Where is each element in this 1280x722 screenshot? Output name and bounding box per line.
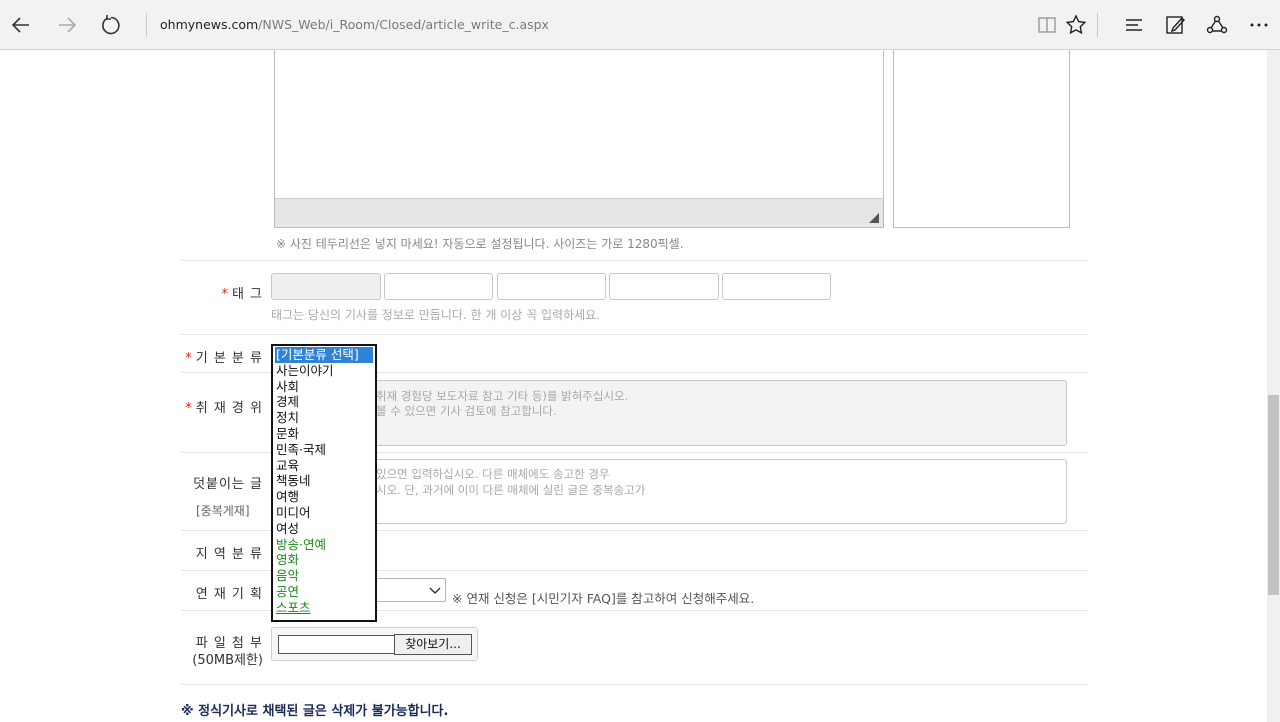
row-divider [181,334,1088,335]
dropdown-option[interactable]: 스포츠 [273,600,375,616]
file-path-field[interactable] [278,635,394,654]
attach-text-sublabel: [중복게재] [196,504,250,518]
url-path: /NWS_Web/i_Room/Closed/article_write_c.a… [258,17,549,32]
tag-input-3[interactable] [497,273,606,300]
coverage-label: * 취 재 경 위 [181,397,263,416]
hub-menu-icon[interactable] [1121,12,1147,38]
file-sublabel: (50MB제한) [192,653,263,668]
tag-input-1[interactable] [271,273,381,300]
dropdown-option[interactable]: 여성 [273,521,375,537]
url-host: ohmynews.com [160,17,259,32]
photo-editor-area[interactable] [274,50,884,228]
dropdown-option[interactable]: 정치 [273,410,375,426]
back-arrow-icon[interactable] [9,12,35,38]
dropdown-option[interactable]: 공연 [273,584,375,600]
series-select[interactable] [376,578,446,602]
tag-input-5[interactable] [722,273,831,300]
coverage-textarea[interactable]: 취재 경험당 보도자료 참고 기타 등)를 밝혀주십시오. 볼 수 있으면 기사… [271,380,1067,446]
resize-grip-icon[interactable] [869,213,879,223]
tag-help: 태그는 당신의 기사를 정보로 만듭니다. 한 개 이상 꼭 입력하세요. [271,308,601,322]
tag-label: * 태 그 [181,283,263,302]
category-label-text: 기 본 분 류 [195,351,263,366]
category-dropdown-list[interactable]: [기본분류 선택] 사는이야기 사회 경제 정치 문화 민족·국제 교육 책동네… [271,344,377,622]
refresh-icon[interactable] [98,12,124,38]
dropdown-option[interactable]: 문화 [273,426,375,442]
coverage-label-text: 취 재 경 위 [195,401,263,416]
reading-view-icon[interactable] [1034,12,1060,38]
browse-button[interactable]: 찾아보기... [394,634,472,655]
series-label: 연 재 기 획 [195,587,263,602]
attach-textarea[interactable]: 있으면 입력하십시오. 다른 매체에도 송고한 경우 시오. 단, 과거에 이미… [271,459,1067,524]
photo-note: ※ 사진 테두리선은 넣지 마세요! 자동으로 설정됩니다. 사이즈는 가로 1… [276,237,684,251]
editor-status-bar [275,198,883,227]
attach-text-label: 덧붙이는 글 [193,477,263,492]
photo-preview-box [893,50,1070,228]
chevron-down-icon [429,587,441,594]
delete-warning: ※ 정식기사로 채택된 글은 삭제가 불가능합니다. [181,704,449,719]
category-label: * 기 본 분 류 [181,347,263,366]
tag-input-2[interactable] [384,273,493,300]
dropdown-option[interactable]: [기본분류 선택] [275,347,373,363]
dropdown-option[interactable]: 여행 [273,489,375,505]
row-divider [181,260,1088,261]
browser-toolbar: ohmynews.com/NWS_Web/i_Room/Closed/artic… [0,0,1280,50]
dropdown-option[interactable]: 사는이야기 [273,363,375,379]
address-bar[interactable]: ohmynews.com/NWS_Web/i_Room/Closed/artic… [160,17,549,32]
row-divider [181,684,1088,685]
favorite-star-icon[interactable] [1063,12,1089,38]
more-icon[interactable] [1246,12,1272,38]
scrollbar-thumb[interactable] [1268,395,1279,595]
tag-label-text: 태 그 [231,287,263,302]
dropdown-option[interactable]: 경제 [273,394,375,410]
forward-arrow-icon[interactable] [54,12,80,38]
dropdown-option[interactable]: 사회 [273,379,375,395]
dropdown-option[interactable]: 음악 [273,568,375,584]
required-mark: * [221,287,229,302]
share-icon[interactable] [1204,12,1230,38]
required-mark: * [185,401,193,416]
vertical-scrollbar[interactable] [1267,50,1280,722]
attach-placeholder-1: 있으면 입력하십시오. 다른 매체에도 송고한 경우 [376,467,610,481]
attach-placeholder-2: 시오. 단, 과거에 이미 다른 매체에 실린 글은 중복송고가 [376,483,646,497]
region-label: 지 역 분 류 [195,547,263,562]
dropdown-option[interactable]: 책동네 [273,473,375,489]
tag-input-4[interactable] [609,273,719,300]
dropdown-option[interactable]: 교육 [273,458,375,474]
series-note: ※ 연재 신청은 [시민기자 FAQ]를 참고하여 신청해주세요. [452,591,755,606]
dropdown-option[interactable]: 미디어 [273,505,375,521]
dropdown-option[interactable]: 방송·연예 [273,537,375,553]
coverage-placeholder-1: 취재 경험당 보도자료 참고 기타 등)를 밝혀주십시오. [376,389,629,403]
coverage-placeholder-2: 볼 수 있으면 기사 검토에 참고합니다. [376,404,557,418]
web-note-icon[interactable] [1163,12,1189,38]
dropdown-option[interactable]: 영화 [273,552,375,568]
required-mark: * [185,351,193,366]
dropdown-option[interactable]: 민족·국제 [273,442,375,458]
address-separator [146,13,147,37]
toolbar-separator [1097,13,1098,37]
